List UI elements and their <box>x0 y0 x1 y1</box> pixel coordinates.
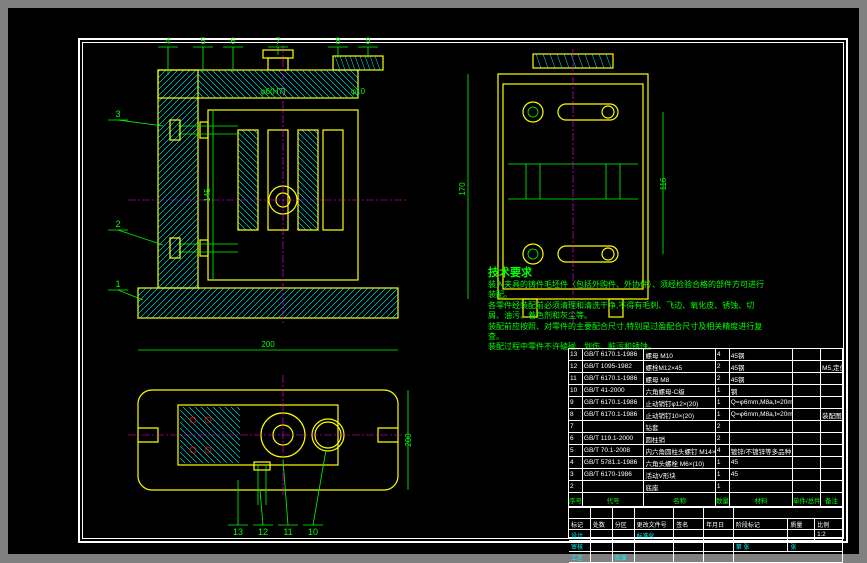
dim-slot2: φ10 <box>351 87 366 96</box>
technical-notes: 技术要求 装入夹具的铸件毛坯件（包括外购件、外协件）、须经检验合格的部件方可进行… <box>488 264 768 353</box>
table-row: 11GB/T 6170.1-1986螺母 M8245钢 <box>569 373 843 385</box>
parts-list: 13GB/T 6170.1-1986螺母 M10445钢 12GB/T 1095… <box>569 349 843 507</box>
svg-text:6: 6 <box>230 36 235 46</box>
table-row: 7钻套2 <box>569 421 843 433</box>
notes-line: 装入夹具的铸件毛坯件（包括外购件、外协件）、须经检验合格的部件方可进行装配。 <box>488 280 768 301</box>
table-row: 9GB/T 6170.1-1986止动销钉φ12×(20)1Q=φ6mm,M8a… <box>569 397 843 409</box>
dim-width: 200 <box>261 340 275 349</box>
cad-canvas[interactable]: 200 145 φ6(H7) φ10 4 5 6 7 8 9 3 2 1 <box>8 8 859 554</box>
title-footer: 标记处数分区更改文件号签名年月日阶段标记质量比例 设计标准化1:2 审核第 张张… <box>569 507 843 563</box>
notes-title: 技术要求 <box>488 264 768 280</box>
table-row: 10GB/T 41-2000六角螺母-C级1钢 <box>569 385 843 397</box>
front-view: 200 145 φ6(H7) φ10 4 5 6 7 8 9 3 2 1 <box>108 50 418 330</box>
table-row: 5GB/T 70.1-2008内六角圆柱头螺钉 M14×504镀锌/不镀锌等多品… <box>569 445 843 457</box>
table-row: 12GB/T 1095-1982螺栓M12×45245钢M5,定位销 <box>569 361 843 373</box>
svg-text:3: 3 <box>115 109 120 119</box>
bolt-lower <box>170 238 238 258</box>
notes-line: 装配前应按照、对零件的主要配合尺寸,特别是过盈配合尺寸及相关精度进行复查。 <box>488 322 768 343</box>
svg-text:200: 200 <box>404 433 413 447</box>
table-row: 3GB/T 6170-1986活动V形块145 <box>569 469 843 481</box>
svg-text:13: 13 <box>233 527 243 537</box>
svg-text:4: 4 <box>165 36 170 46</box>
svg-text:170: 170 <box>458 182 467 196</box>
balloons-bottom: 13 12 11 10 <box>228 450 326 537</box>
table-row: 13GB/T 6170.1-1986螺母 M10445钢 <box>569 349 843 361</box>
table-header: 序号代号名称数量材料单件/总件备注 <box>569 493 843 507</box>
svg-text:5: 5 <box>200 36 205 46</box>
table-row: 4GB/T 5781.1-1986六角头螺栓 M6×(10)145 <box>569 457 843 469</box>
svg-text:12: 12 <box>258 527 268 537</box>
svg-text:10: 10 <box>308 527 318 537</box>
table-row: 2底座1 <box>569 481 843 493</box>
title-block: 13GB/T 6170.1-1986螺母 M10445钢 12GB/T 1095… <box>568 348 844 538</box>
dim-height: 145 <box>203 188 212 202</box>
table-row: 8GB/T 6170.1-1986止动销钉10×(20)1Q=φ6mm,M8a,… <box>569 409 843 421</box>
svg-text:116: 116 <box>659 177 668 190</box>
svg-text:9: 9 <box>365 36 370 46</box>
svg-text:11: 11 <box>283 527 292 537</box>
svg-text:1: 1 <box>115 279 120 289</box>
table-row: 6GB/T 119.1-2000圆柱销2 <box>569 433 843 445</box>
svg-text:7: 7 <box>275 36 280 46</box>
svg-text:8: 8 <box>335 36 340 46</box>
top-view: 200 13 12 11 10 <box>108 380 418 530</box>
svg-text:2: 2 <box>115 219 120 229</box>
bolt-upper <box>170 120 238 140</box>
notes-line: 各零件经装配前必须清理和清洗干净,不得有毛刺、飞边、氧化皮、锈蚀、切屑、油污、着… <box>488 301 768 322</box>
dim-slot1: φ6(H7) <box>260 87 286 96</box>
